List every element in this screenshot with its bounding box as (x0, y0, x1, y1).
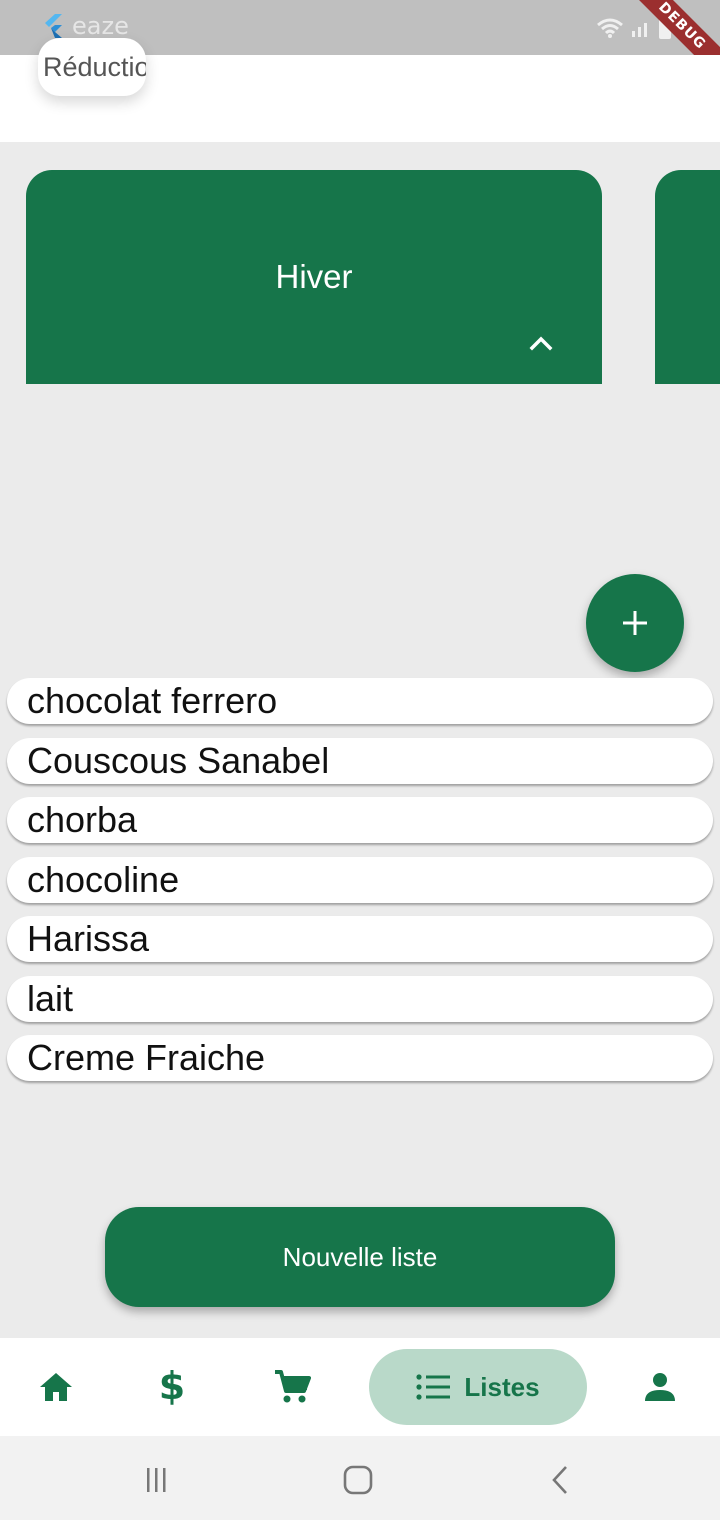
reduction-tab-label: Réduction (43, 51, 146, 82)
recents-button[interactable] (136, 1464, 176, 1496)
list-item[interactable]: Harissa (7, 916, 713, 962)
back-icon (552, 1466, 567, 1494)
bottom-nav: $ Listes (0, 1338, 720, 1436)
nav-home[interactable] (16, 1338, 96, 1436)
recents-icon (147, 1468, 166, 1492)
new-list-button[interactable]: Nouvelle liste (105, 1207, 615, 1307)
list-card-next[interactable] (655, 170, 720, 384)
dollar-icon: $ (159, 1367, 185, 1407)
system-nav (0, 1436, 720, 1520)
flutter-icon (45, 14, 62, 38)
item-list: chocolat ferrero Couscous Sanabel chorba… (7, 678, 713, 1095)
list-item[interactable]: chocoline (7, 856, 713, 903)
reduction-tab[interactable]: Réduction (38, 38, 146, 96)
list-card-hiver[interactable]: Hiver (26, 170, 602, 384)
chevron-up-icon[interactable] (528, 330, 554, 356)
list-item[interactable]: chorba (7, 797, 713, 843)
list-item[interactable]: Couscous Sanabel (7, 737, 713, 784)
home-system-button[interactable] (338, 1464, 378, 1496)
list-item[interactable]: lait (7, 975, 713, 1022)
list-item[interactable]: chocolat ferrero (7, 678, 713, 724)
wifi-icon (597, 18, 623, 38)
list-icon (416, 1374, 451, 1400)
signal-icon (632, 23, 647, 37)
home-circle-icon (343, 1465, 373, 1495)
nav-dollar[interactable]: $ (132, 1338, 212, 1436)
add-item-button[interactable] (586, 574, 684, 672)
back-button[interactable] (540, 1464, 580, 1496)
cart-icon (275, 1370, 311, 1403)
plus-icon (623, 611, 647, 635)
status-app: eaze (44, 12, 129, 40)
list-card-title: Hiver (275, 258, 353, 295)
person-icon (645, 1373, 675, 1401)
status-app-name: eaze (72, 12, 129, 40)
svg-text:$: $ (159, 1367, 185, 1407)
list-item[interactable]: Creme Fraiche (7, 1035, 713, 1081)
home-icon (40, 1373, 72, 1401)
nav-listes-label: Listes (464, 1371, 540, 1402)
nav-cart[interactable] (252, 1338, 332, 1436)
nav-listes[interactable]: Listes (369, 1349, 587, 1425)
nav-profile[interactable] (620, 1338, 700, 1436)
